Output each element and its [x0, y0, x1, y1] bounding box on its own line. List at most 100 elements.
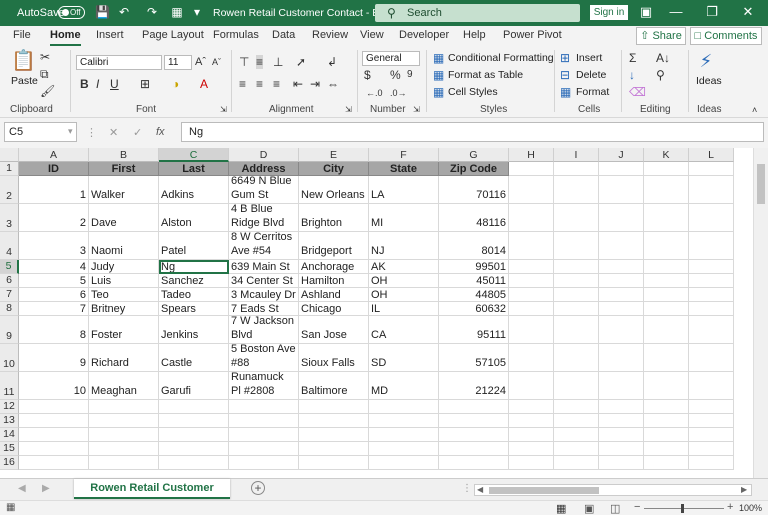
column-header-l[interactable]: L [689, 148, 734, 162]
table-cell[interactable]: AK [369, 260, 439, 274]
row-header-8[interactable]: 8 [0, 302, 19, 316]
collapse-ribbon-icon[interactable]: ˄ [752, 103, 757, 117]
cell-i14[interactable] [554, 428, 599, 442]
table-cell[interactable]: Richard [89, 344, 159, 372]
row-header-7[interactable]: 7 [0, 288, 19, 302]
row-header-10[interactable]: 10 [0, 344, 19, 372]
tab-data[interactable]: Data [272, 29, 295, 41]
column-header-e[interactable]: E [299, 148, 369, 162]
table-cell[interactable]: Garufi [159, 372, 229, 400]
cell-d16[interactable] [229, 456, 299, 470]
macro-record-icon[interactable]: ▦ [6, 502, 15, 513]
cell-l6[interactable] [689, 274, 734, 288]
cell-a13[interactable] [19, 414, 89, 428]
table-cell[interactable]: 99501 [439, 260, 509, 274]
page-layout-view-icon[interactable]: ▣ [584, 502, 594, 515]
row-header-12[interactable]: 12 [0, 400, 19, 414]
cell-l7[interactable] [689, 288, 734, 302]
zoom-slider-thumb[interactable] [681, 504, 684, 513]
percent-icon[interactable]: % [390, 68, 401, 82]
cell-l13[interactable] [689, 414, 734, 428]
currency-icon[interactable]: $ [364, 68, 371, 82]
cell-i5[interactable] [554, 260, 599, 274]
tab-home[interactable]: Home [50, 29, 81, 46]
row-header-3[interactable]: 3 [0, 204, 19, 232]
delete-button[interactable]: Delete [576, 68, 606, 82]
cell-b14[interactable] [89, 428, 159, 442]
cell-b16[interactable] [89, 456, 159, 470]
cell-j8[interactable] [599, 302, 644, 316]
table-cell[interactable]: LA [369, 176, 439, 204]
name-box[interactable]: C5 [4, 122, 77, 142]
column-header-b[interactable]: B [89, 148, 159, 162]
table-cell[interactable]: 48116 [439, 204, 509, 232]
cell-i2[interactable] [554, 176, 599, 204]
column-header-k[interactable]: K [644, 148, 689, 162]
table-cell[interactable]: Spears [159, 302, 229, 316]
cell-l4[interactable] [689, 232, 734, 260]
table-cell[interactable]: Foster [89, 316, 159, 344]
cell-i6[interactable] [554, 274, 599, 288]
comma-style-icon[interactable]: 9 [407, 68, 413, 82]
table-cell[interactable]: 70116 [439, 176, 509, 204]
cell-i4[interactable] [554, 232, 599, 260]
cell-a15[interactable] [19, 442, 89, 456]
row-header-2[interactable]: 2 [0, 176, 19, 204]
cell-h8[interactable] [509, 302, 554, 316]
cell-b13[interactable] [89, 414, 159, 428]
cell-f13[interactable] [369, 414, 439, 428]
cell-i3[interactable] [554, 204, 599, 232]
cell-k15[interactable] [644, 442, 689, 456]
table-header-cell[interactable]: First [89, 162, 159, 176]
row-header-5[interactable]: 5 [0, 260, 19, 274]
cell-a12[interactable] [19, 400, 89, 414]
cell-l16[interactable] [689, 456, 734, 470]
increase-indent-icon[interactable]: ⇥ [310, 77, 320, 91]
cell-l9[interactable] [689, 316, 734, 344]
cell-c13[interactable] [159, 414, 229, 428]
cell-e12[interactable] [299, 400, 369, 414]
cell-i7[interactable] [554, 288, 599, 302]
conditional-formatting-button[interactable]: Conditional Formatting [448, 51, 554, 65]
cell-k14[interactable] [644, 428, 689, 442]
cell-l8[interactable] [689, 302, 734, 316]
italic-icon[interactable]: I [96, 77, 99, 91]
table-cell[interactable]: Patel [159, 232, 229, 260]
table-cell[interactable]: SD [369, 344, 439, 372]
column-header-d[interactable]: D [229, 148, 299, 162]
cell-k16[interactable] [644, 456, 689, 470]
table-cell[interactable]: 5 Boston Ave #88 [229, 344, 299, 372]
cell-g16[interactable] [439, 456, 509, 470]
normal-view-icon[interactable]: ▦ [556, 502, 566, 515]
cell-h11[interactable] [509, 372, 554, 400]
cell-k4[interactable] [644, 232, 689, 260]
scroll-left-icon[interactable]: ◀ [477, 485, 483, 494]
find-select-icon[interactable]: ⚲ [656, 68, 665, 82]
font-color-icon[interactable]: A [200, 77, 208, 91]
table-cell[interactable]: Ashland [299, 288, 369, 302]
table-cell[interactable]: San Jose [299, 316, 369, 344]
fill-color-icon[interactable]: ◑ [172, 77, 179, 91]
column-header-i[interactable]: I [554, 148, 599, 162]
increase-font-icon[interactable]: Aˆ [195, 55, 206, 69]
ribbon-display-icon[interactable]: ▣ [636, 3, 656, 21]
table-cell[interactable]: 21224 [439, 372, 509, 400]
table-cell[interactable]: Walker [89, 176, 159, 204]
cell-j3[interactable] [599, 204, 644, 232]
cell-g13[interactable] [439, 414, 509, 428]
paste-icon[interactable]: 📋 [11, 50, 36, 72]
format-button[interactable]: Format [576, 85, 609, 99]
tab-insert[interactable]: Insert [96, 29, 124, 41]
cell-h14[interactable] [509, 428, 554, 442]
format-as-table-button[interactable]: Format as Table [448, 68, 523, 82]
table-cell[interactable]: 639 Main St [229, 260, 299, 274]
cell-h6[interactable] [509, 274, 554, 288]
cell-j15[interactable] [599, 442, 644, 456]
cell-k1[interactable] [644, 162, 689, 176]
page-break-view-icon[interactable]: ◫ [610, 502, 620, 515]
cell-h13[interactable] [509, 414, 554, 428]
table-cell[interactable]: 7 Eads St [229, 302, 299, 316]
cell-h12[interactable] [509, 400, 554, 414]
table-cell[interactable]: Ng [159, 260, 229, 274]
table-cell[interactable]: MI [369, 204, 439, 232]
